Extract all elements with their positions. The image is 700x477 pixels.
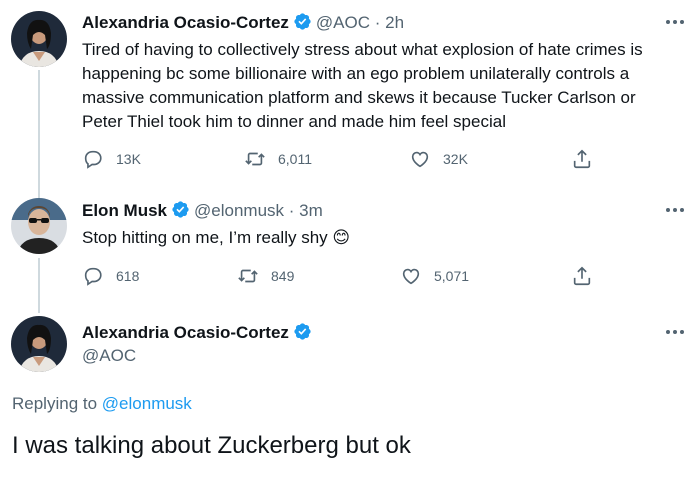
reply-button[interactable]: 618	[82, 264, 139, 288]
verified-badge-icon	[294, 323, 311, 340]
retweet-icon	[238, 269, 258, 283]
tweet-text: Stop hitting on me, I’m really shy 😊	[82, 226, 682, 250]
author-handle[interactable]: @elonmusk	[194, 201, 284, 220]
author-handle[interactable]: @AOC	[316, 13, 370, 32]
author-handle-text: @AOC	[82, 346, 137, 365]
tweet-text-line: Peter Thiel took him to dinner and made …	[82, 112, 506, 131]
more-icon[interactable]	[666, 18, 686, 26]
timestamp[interactable]: 2h	[385, 13, 404, 32]
reply-icon	[84, 267, 102, 286]
replying-to-link[interactable]: @elonmusk	[102, 394, 192, 413]
share-icon	[573, 149, 591, 169]
tweet-header: Alexandria Ocasio-Cortez @AOC · 2h	[82, 12, 404, 33]
like-icon	[411, 151, 429, 168]
author-name[interactable]: Elon Musk	[82, 201, 167, 220]
reply-icon	[84, 150, 102, 169]
like-count: 5,071	[434, 268, 470, 284]
avatar-aoc[interactable]	[11, 316, 67, 372]
retweet-count: 849	[271, 268, 295, 284]
tweet-text: Tired of having to collectively stress a…	[82, 38, 682, 134]
avatar-elon[interactable]	[11, 198, 67, 254]
author-name[interactable]: Alexandria Ocasio-Cortez	[82, 13, 289, 32]
separator: ·	[288, 201, 295, 220]
share-button[interactable]	[571, 264, 593, 288]
tweet-aoc-first[interactable]: Alexandria Ocasio-Cortez @AOC · 2h Tired …	[0, 0, 700, 190]
tweet-text-content: Stop hitting on me, I’m really shy	[82, 228, 328, 247]
share-icon	[573, 266, 591, 286]
author-name[interactable]: Alexandria Ocasio-Cortez	[82, 323, 289, 342]
retweet-count: 6,011	[278, 151, 312, 167]
retweet-icon	[245, 152, 265, 166]
tweet-text-line: massive communication platform and skews…	[82, 88, 636, 107]
verified-badge-icon	[294, 13, 311, 30]
main-tweet-text: I was talking about Zuckerberg but ok	[12, 432, 411, 459]
reply-count: 13K	[116, 151, 141, 167]
replying-to: Replying to @elonmusk	[12, 394, 192, 414]
emoji-blush-icon: 😊	[332, 228, 351, 248]
retweet-button[interactable]: 849	[237, 264, 294, 288]
more-icon[interactable]	[666, 206, 686, 214]
tweet-actions: 618 849 5,071	[82, 264, 602, 288]
tweet-header: Elon Musk @elonmusk · 3m	[82, 200, 323, 221]
like-button[interactable]: 32K	[409, 147, 468, 171]
verified-badge-icon	[172, 201, 189, 218]
like-icon	[402, 268, 420, 285]
like-count: 32K	[443, 151, 468, 167]
tweet-text-line: happening bc some billionaire with an eg…	[82, 64, 630, 83]
separator: ·	[374, 13, 381, 32]
tweet-actions: 13K 6,011 32K	[82, 147, 602, 171]
replying-prefix: Replying to	[12, 394, 98, 413]
avatar-aoc[interactable]	[11, 11, 67, 67]
reply-count: 618	[116, 268, 140, 284]
tweet-text-line: Tired of having to collectively stress a…	[82, 40, 643, 59]
reply-button[interactable]: 13K	[82, 147, 141, 171]
like-button[interactable]: 5,071	[400, 264, 469, 288]
timestamp[interactable]: 3m	[299, 201, 323, 220]
more-icon[interactable]	[666, 328, 686, 336]
tweet-header: Alexandria Ocasio-Cortez	[82, 322, 316, 343]
share-button[interactable]	[571, 147, 593, 171]
tweet-elon[interactable]: Elon Musk @elonmusk · 3m Stop hitting on …	[0, 190, 700, 300]
retweet-button[interactable]: 6,011	[244, 147, 312, 171]
author-handle[interactable]: @AOC	[82, 346, 136, 366]
